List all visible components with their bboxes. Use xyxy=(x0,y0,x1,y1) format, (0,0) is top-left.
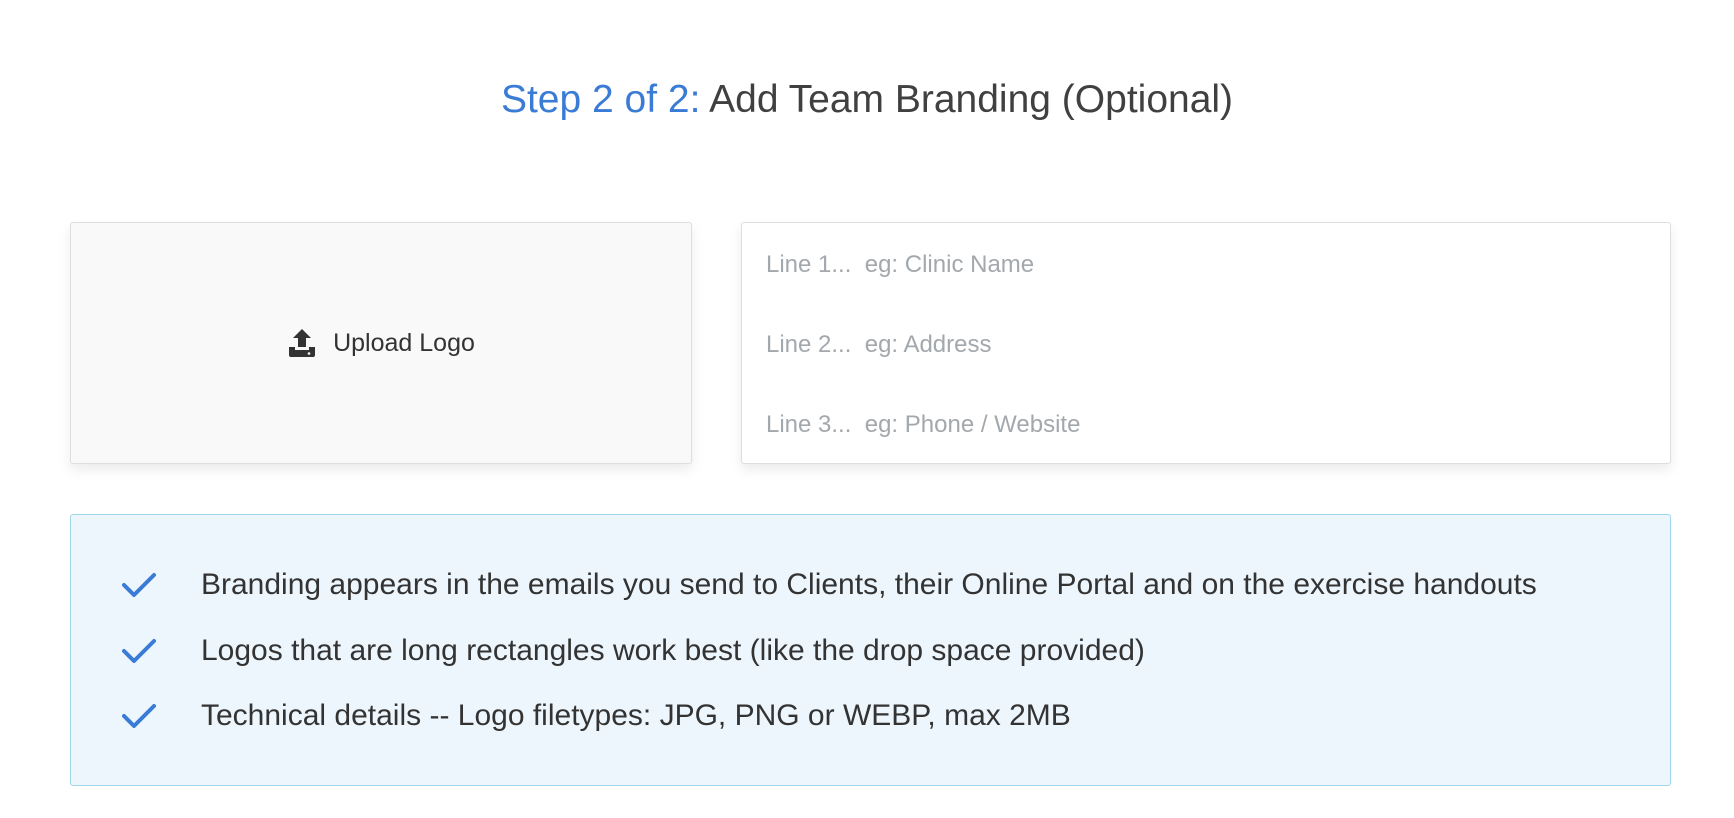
page-title-text: Add Team Branding (Optional) xyxy=(709,78,1234,121)
info-text: Branding appears in the emails you send … xyxy=(201,568,1537,601)
branding-line-3-input[interactable] xyxy=(766,405,1646,445)
branding-line-1-input[interactable] xyxy=(766,245,1646,285)
upload-icon xyxy=(287,327,317,359)
info-list-item: Logos that are long rectangles work best… xyxy=(71,631,1670,671)
upload-logo-dropzone[interactable]: Upload Logo xyxy=(70,222,692,464)
check-icon xyxy=(121,637,157,665)
upload-logo-button[interactable]: Upload Logo xyxy=(287,327,475,359)
branding-lines-panel xyxy=(741,222,1671,464)
info-list-item: Technical details -- Logo filetypes: JPG… xyxy=(71,696,1670,736)
check-icon xyxy=(121,702,157,730)
page-title: Step 2 of 2: Add Team Branding (Optional… xyxy=(0,72,1734,128)
branding-info-box: Branding appears in the emails you send … xyxy=(70,514,1671,786)
info-list-item: Branding appears in the emails you send … xyxy=(71,565,1670,605)
info-text: Technical details -- Logo filetypes: JPG… xyxy=(201,699,1071,732)
step-indicator: Step 2 of 2: xyxy=(500,78,701,121)
info-text: Logos that are long rectangles work best… xyxy=(201,634,1145,667)
check-icon xyxy=(121,571,157,599)
branding-line-2-input[interactable] xyxy=(766,325,1646,365)
upload-logo-label: Upload Logo xyxy=(333,328,475,357)
